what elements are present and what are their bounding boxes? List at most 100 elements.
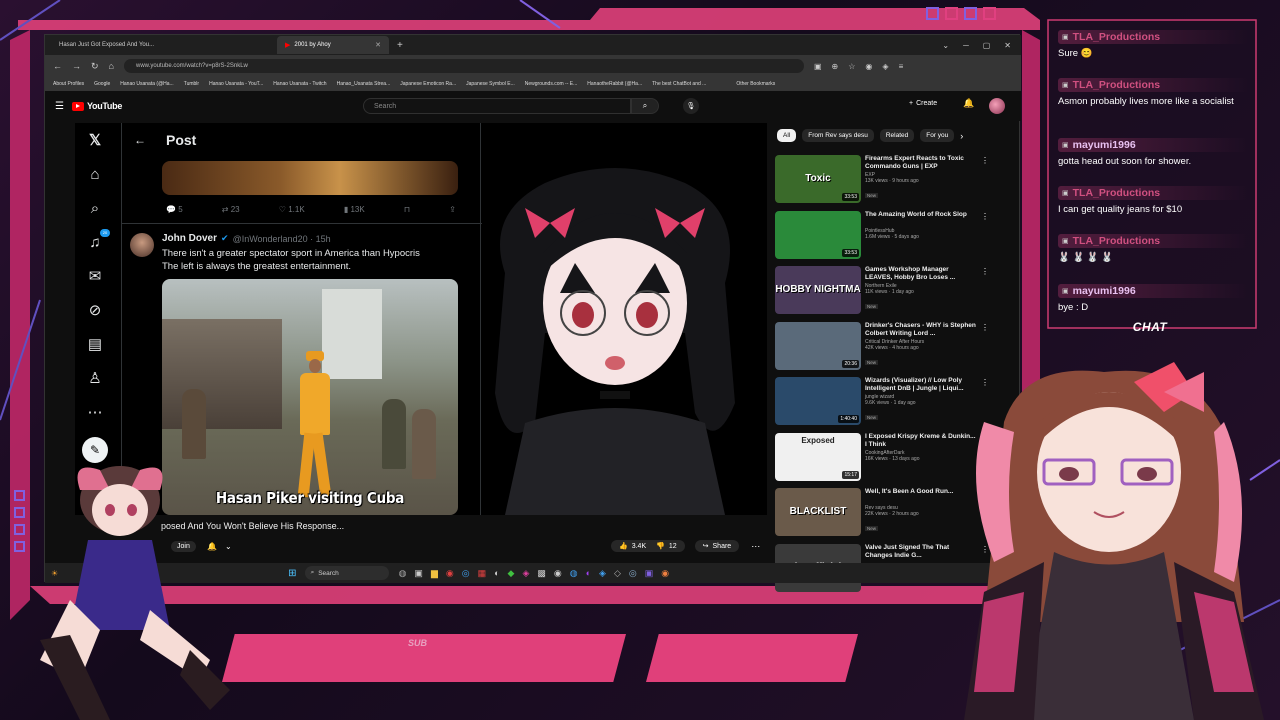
video-meta: The Amazing World of Rock Slop PointlessH… (865, 211, 977, 240)
app-icon[interactable]: ◍ (570, 568, 578, 579)
zoom-icon[interactable]: ⊕ (832, 62, 839, 71)
task-view-icon[interactable]: ▣ (414, 568, 423, 579)
bookmark-item[interactable]: Hanao Usanata - Twitch (273, 81, 326, 87)
app-icon[interactable]: ◈ (599, 568, 606, 579)
stream-chat: ▣ TLA_Productions Sure 😊 ▣ TLA_Productions As… (1052, 28, 1252, 328)
chat-username[interactable]: mayumi1996 (1073, 285, 1136, 297)
tab-search-icon[interactable]: ⌄ (942, 41, 949, 50)
forward-icon[interactable]: → (72, 61, 81, 71)
chat-username[interactable]: TLA_Productions (1073, 31, 1161, 43)
video-thumbnail[interactable]: 1:40:40 (775, 377, 861, 425)
video-title[interactable]: Firearms Expert Reacts to Toxic Commando… (865, 155, 977, 171)
chat-username[interactable]: TLA_Productions (1073, 235, 1161, 247)
app-icon[interactable]: ▩ (537, 568, 546, 579)
video-title[interactable]: Drinker's Chasers - WHY is Stephen Colbe… (865, 322, 977, 338)
chat-username[interactable]: mayumi1996 (1073, 139, 1136, 151)
bookmark-item[interactable]: About Profiles (53, 81, 84, 87)
hamburger-menu-icon[interactable]: ☰ (55, 101, 64, 112)
extension-icon[interactable]: ◈ (882, 62, 888, 71)
video-thumbnail[interactable]: Toxic 33:53 (775, 155, 861, 203)
app-icon[interactable]: ◈ (522, 568, 529, 579)
bookmark-item[interactable]: HanaotheRabbit (@Ha... (587, 81, 642, 87)
notification-badge: 20 (100, 229, 110, 237)
chevron-right-icon[interactable]: › (960, 131, 963, 141)
app-icon[interactable]: ◎ (462, 568, 470, 579)
create-button[interactable]: + Create (909, 100, 937, 107)
app-icon[interactable]: ▣ (645, 568, 654, 579)
file-explorer-icon[interactable]: ▆ (431, 568, 438, 579)
user-avatar[interactable] (989, 98, 1005, 114)
back-icon[interactable]: ← (53, 61, 62, 71)
browser-tab-active[interactable]: ▶ 2001 by Ahoy ✕ (277, 36, 389, 54)
like-count-value: 1.1K (288, 205, 305, 214)
menu-icon[interactable]: ≡ (899, 62, 904, 71)
chip-channel[interactable]: From Rev says desu (802, 129, 874, 142)
app-icon[interactable]: ◉ (554, 568, 562, 579)
video-thumbnail[interactable]: Exposed 15:17 (775, 432, 861, 481)
more-actions-icon[interactable]: ⋯ (751, 541, 760, 552)
youtube-logo[interactable]: YouTube (71, 101, 122, 111)
video-player[interactable]: 𝕏 ⌂ ⌕ ♫ 20 ✉ ⊘ ▤ ♙ ⋯ ✎ ← Post 💬 5 ⇄ 23 ♡ … (75, 123, 767, 515)
new-tab-icon[interactable]: + (397, 40, 403, 51)
bookmark-star-icon[interactable]: ☆ (848, 62, 855, 71)
chrome-icon[interactable]: ◉ (446, 568, 454, 579)
browser-tab[interactable]: Hasan Just Got Exposed And You... (51, 36, 271, 54)
chip-for-you[interactable]: For you (920, 129, 955, 142)
bookmark-item[interactable]: Hanao Usanata - YouT... (209, 81, 263, 87)
chat-username[interactable]: TLA_Productions (1073, 187, 1161, 199)
search-input[interactable]: Search (363, 98, 631, 114)
home-icon: ⌂ (90, 166, 100, 183)
bookmark-item[interactable]: Hanao Usanata (@Ha... (120, 81, 173, 87)
close-window-icon[interactable]: ✕ (1004, 41, 1011, 50)
bookmark-item[interactable]: Japanese Emoticon Ra... (400, 81, 456, 87)
taskbar-search[interactable]: ⌕ Search (304, 566, 389, 580)
bookmark-item[interactable]: Japanese Symbol E... (466, 81, 515, 87)
video-thumbnail[interactable]: HOBBY NIGHTMA (775, 266, 861, 314)
app-icon[interactable]: ◉ (661, 568, 669, 579)
app-icon[interactable]: ◐ (586, 568, 591, 579)
share-button[interactable]: ↪ Share (694, 540, 740, 552)
reload-icon[interactable]: ↻ (91, 61, 99, 72)
chip-related[interactable]: Related (879, 129, 915, 142)
chat-username[interactable]: TLA_Productions (1073, 79, 1161, 91)
more-options-icon[interactable]: ⋮ (981, 323, 989, 332)
video-thumbnail[interactable]: 33:53 (775, 210, 861, 259)
messages-icon: ✉ (88, 268, 102, 285)
like-dislike-button[interactable]: 👍 3.4K 👎 12 (611, 540, 685, 552)
recommended-video[interactable]: 33:53 The Amazing World of Rock Slop Point… (775, 209, 989, 263)
search-button[interactable]: ⌕ (631, 98, 659, 114)
url-field[interactable]: www.youtube.com/watch?v=p8rS-2SnkLw (123, 59, 804, 73)
minimize-icon[interactable]: ─ (963, 41, 969, 50)
app-icon[interactable]: ◍ (399, 568, 407, 579)
bookmark-item[interactable]: Google (94, 81, 110, 87)
recommended-video[interactable]: Toxic 33:53 Firearms Expert Reacts to Toxi… (775, 153, 989, 207)
video-thumbnail[interactable]: 20:36 (775, 321, 861, 370)
bookmark-item[interactable]: The best ChatBot and ... (652, 81, 706, 87)
app-icon[interactable]: ◆ (508, 568, 515, 579)
video-title[interactable]: Games Workshop Manager LEAVES, Hobby Bro… (865, 266, 977, 282)
app-icon[interactable]: ▦ (478, 568, 487, 579)
bookmark-item[interactable]: Hanao_Usanata Strea... (337, 81, 391, 87)
notifications-bell-icon[interactable]: 🔔 (963, 98, 974, 109)
app-icon[interactable]: ◇ (614, 568, 621, 579)
windows-start-icon[interactable]: ⊞ (288, 568, 296, 579)
app-icon[interactable]: ◐ (494, 568, 499, 579)
more-options-icon[interactable]: ⋮ (981, 156, 989, 165)
maximize-icon[interactable]: ▢ (983, 41, 991, 50)
close-tab-icon[interactable]: ✕ (375, 41, 381, 49)
voice-search-icon[interactable]: 🎙 (683, 98, 699, 114)
bookmark-item[interactable]: Other Bookmarks (736, 81, 775, 87)
recommended-video[interactable]: HOBBY NIGHTMA Games Workshop Manager LEAV… (775, 264, 989, 318)
bookmark-item[interactable]: Newgrounds.com -- E... (525, 81, 578, 87)
extension-icon[interactable]: ▣ (814, 62, 822, 71)
more-options-icon[interactable]: ⋮ (981, 267, 989, 276)
steam-icon[interactable]: ◎ (629, 568, 637, 579)
more-options-icon[interactable]: ⋮ (981, 212, 989, 221)
yellow-suit-man (292, 351, 338, 501)
chip-all[interactable]: All (777, 129, 797, 142)
bookmark-item[interactable]: Tumblr (184, 81, 199, 87)
video-thumbnail[interactable]: BLACKLIST (775, 488, 861, 536)
home-icon[interactable]: ⌂ (109, 61, 114, 71)
extension-icon[interactable]: ◉ (865, 62, 872, 71)
video-title[interactable]: The Amazing World of Rock Slop (865, 211, 977, 227)
